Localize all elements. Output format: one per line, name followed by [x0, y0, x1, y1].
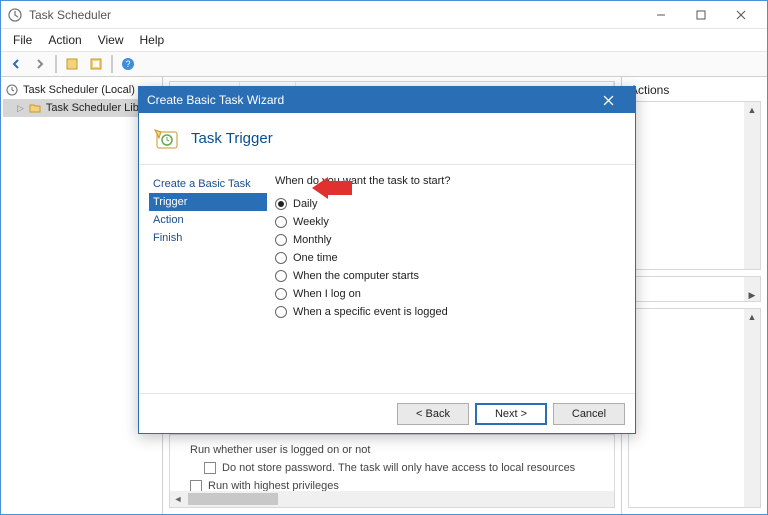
prop-row: Do not store password. The task will onl… [176, 459, 608, 477]
checkbox-no-store-password[interactable] [204, 462, 216, 474]
radio-icon [275, 252, 287, 264]
chevron-right-icon: ▷ [17, 103, 24, 114]
wizard-titlebar: Create Basic Task Wizard [139, 87, 635, 113]
menubar: File Action View Help [1, 29, 767, 51]
radio-label: Monthly [293, 234, 332, 246]
step-action[interactable]: Action [149, 211, 269, 229]
actions-box-3: ▲ [628, 308, 761, 508]
radio-label: Weekly [293, 216, 329, 228]
actions-scrollbar[interactable]: ▲ [744, 309, 760, 507]
step-finish[interactable]: Finish [149, 229, 269, 247]
step-create[interactable]: Create a Basic Task [149, 175, 269, 193]
menu-view[interactable]: View [90, 31, 132, 49]
wizard-question: When do you want the task to start? [275, 175, 621, 187]
radio-label: Daily [293, 198, 317, 210]
radio-event[interactable]: When a specific event is logged [275, 303, 621, 321]
clock-icon [5, 83, 19, 97]
horizontal-scrollbar[interactable]: ◄ [170, 491, 598, 507]
actions-box-1: ▲ [628, 101, 761, 270]
actions-title: Actions [622, 77, 767, 101]
wizard-header: Task Trigger [139, 113, 635, 165]
wizard-title: Create Basic Task Wizard [147, 93, 284, 107]
radio-weekly[interactable]: Weekly [275, 213, 621, 231]
menu-action[interactable]: Action [40, 31, 89, 49]
create-basic-task-wizard: Create Basic Task Wizard Task Trigger Cr… [138, 86, 636, 434]
actions-scrollbar[interactable]: ▶ [744, 277, 760, 301]
toolbar-separator [111, 55, 113, 73]
radio-label: When the computer starts [293, 270, 419, 282]
scroll-thumb[interactable] [188, 493, 278, 505]
step-trigger[interactable]: Trigger [149, 193, 267, 211]
chevron-right-icon[interactable]: ▶ [744, 289, 760, 301]
toolbar-separator [55, 55, 57, 73]
radio-label: One time [293, 252, 338, 264]
toolbar-btn-1[interactable] [61, 53, 83, 75]
radio-icon [275, 234, 287, 246]
menu-file[interactable]: File [5, 31, 40, 49]
help-icon[interactable]: ? [117, 53, 139, 75]
tree-root[interactable]: Task Scheduler (Local) [3, 81, 160, 99]
close-button[interactable] [721, 1, 761, 29]
maximize-button[interactable] [681, 1, 721, 29]
wizard-body: Create a Basic Task Trigger Action Finis… [139, 165, 635, 393]
forward-icon[interactable] [29, 53, 51, 75]
wizard-heading: Task Trigger [191, 130, 273, 147]
radio-label: When a specific event is logged [293, 306, 448, 318]
radio-monthly[interactable]: Monthly [275, 231, 621, 249]
minimize-button[interactable] [641, 1, 681, 29]
actions-scrollbar[interactable]: ▲ [744, 102, 760, 269]
titlebar: Task Scheduler [1, 1, 767, 29]
folder-icon [28, 101, 42, 115]
actions-box-2: ▶ [628, 276, 761, 302]
scroll-up-icon[interactable]: ▲ [744, 309, 760, 325]
wizard-footer: < Back Next > Cancel [139, 393, 635, 433]
scroll-left-icon[interactable]: ◄ [170, 494, 186, 504]
radio-daily[interactable]: Daily [275, 195, 621, 213]
task-properties-panel: Run whether user is logged on or not Do … [169, 434, 615, 508]
toolbar: ? [1, 51, 767, 77]
radio-logon[interactable]: When I log on [275, 285, 621, 303]
prop-run-logged-off: Run whether user is logged on or not [190, 444, 370, 456]
radio-one-time[interactable]: One time [275, 249, 621, 267]
radio-icon [275, 198, 287, 210]
cancel-button[interactable]: Cancel [553, 403, 625, 425]
radio-icon [275, 216, 287, 228]
next-button[interactable]: Next > [475, 403, 547, 425]
radio-startup[interactable]: When the computer starts [275, 267, 621, 285]
menu-help[interactable]: Help [132, 31, 173, 49]
app-icon [7, 7, 23, 23]
wizard-steps: Create a Basic Task Trigger Action Finis… [139, 165, 269, 393]
radio-icon [275, 270, 287, 282]
actions-pane: Actions ▲ ▶ ▲ [622, 77, 767, 514]
wizard-icon [151, 124, 181, 154]
prop-no-store-pw: Do not store password. The task will onl… [222, 462, 575, 474]
scroll-up-icon[interactable]: ▲ [744, 102, 760, 118]
svg-text:?: ? [125, 59, 130, 69]
back-icon[interactable] [5, 53, 27, 75]
wizard-content: When do you want the task to start? Dail… [269, 165, 635, 393]
radio-label: When I log on [293, 288, 361, 300]
window-title: Task Scheduler [29, 8, 111, 22]
wizard-close-button[interactable] [589, 87, 627, 113]
toolbar-btn-2[interactable] [85, 53, 107, 75]
prop-row: Run whether user is logged on or not [176, 441, 608, 459]
radio-icon [275, 288, 287, 300]
tree-root-label: Task Scheduler (Local) [23, 84, 135, 96]
tree-library[interactable]: ▷ Task Scheduler Library [3, 99, 160, 117]
scroll-corner [598, 491, 614, 507]
radio-icon [275, 306, 287, 318]
back-button[interactable]: < Back [397, 403, 469, 425]
